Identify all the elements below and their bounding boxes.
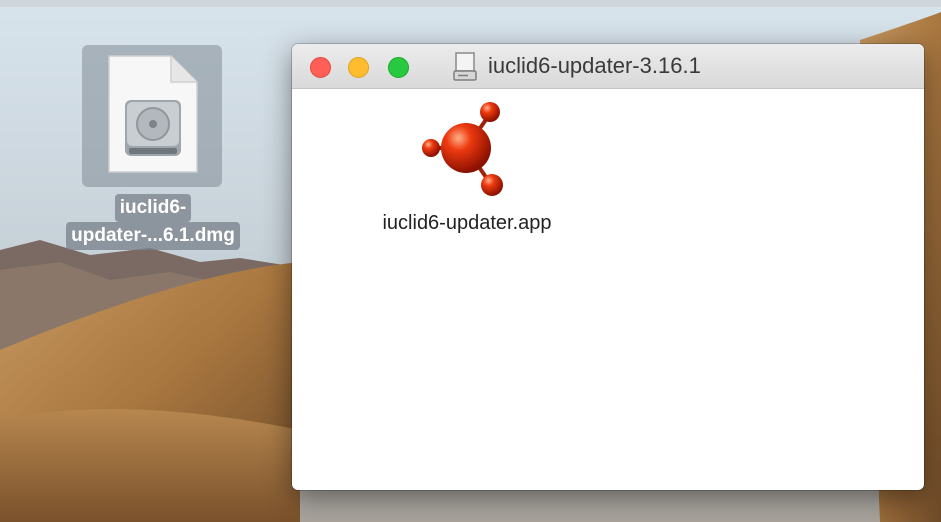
close-button[interactable] bbox=[310, 57, 331, 78]
dmg-file-label-line2: updater-...6.1.dmg bbox=[66, 222, 240, 250]
zoom-button[interactable] bbox=[388, 57, 409, 78]
disk-image-icon[interactable] bbox=[105, 54, 201, 176]
drive-icon bbox=[453, 52, 477, 81]
iuclid-molecule-icon[interactable] bbox=[420, 100, 510, 200]
window-titlebar[interactable]: iuclid6-updater-3.16.1 bbox=[292, 44, 924, 89]
dmg-file-label-line1: iuclid6- bbox=[114, 194, 192, 222]
dmg-file-label[interactable]: iuclid6- updater-...6.1.dmg bbox=[30, 194, 276, 250]
app-item-label[interactable]: iuclid6-updater.app bbox=[332, 212, 602, 235]
finder-window: iuclid6-updater-3.16.1 iuclid6-updater.a… bbox=[292, 44, 924, 490]
window-title-group: iuclid6-updater-3.16.1 bbox=[452, 44, 701, 88]
minimize-button[interactable] bbox=[348, 57, 369, 78]
window-title: iuclid6-updater-3.16.1 bbox=[488, 53, 701, 78]
